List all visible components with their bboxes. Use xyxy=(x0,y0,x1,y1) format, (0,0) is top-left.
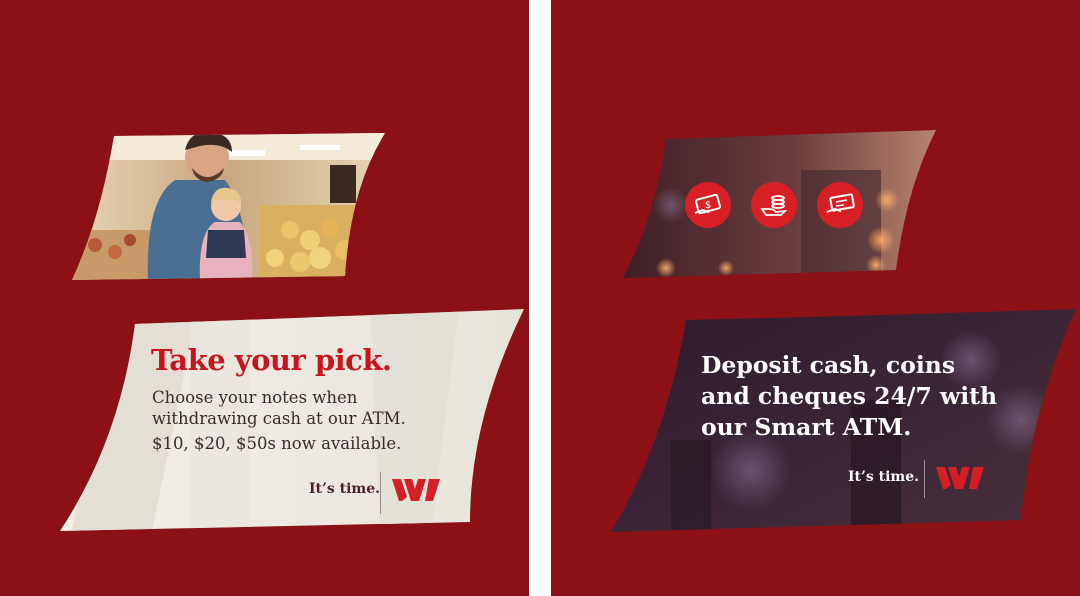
westpac-logo xyxy=(936,467,984,489)
panel-divider xyxy=(529,0,551,596)
headline: Deposit cash, coins and cheques 24/7 wit… xyxy=(701,351,998,441)
logo-divider xyxy=(924,460,925,498)
cash-deposit-icon: $ xyxy=(685,182,731,228)
note-availability: $10, $20, $50s now available. xyxy=(152,434,402,453)
right-ad-graphics xyxy=(611,130,1076,532)
tagline: It’s time. xyxy=(848,469,920,485)
left-ad-graphics xyxy=(60,133,524,531)
tagline: It’s time. xyxy=(309,481,381,497)
cheque-deposit-icon xyxy=(817,182,863,228)
coins-deposit-icon xyxy=(751,182,797,228)
logo-divider xyxy=(380,472,381,514)
headline: Take your pick. xyxy=(151,343,392,377)
right-ad-panel: $ Deposit cash, coins and cheques 24/7 w… xyxy=(551,0,1080,596)
left-ad-panel: Take your pick. Choose your notes when w… xyxy=(0,0,529,596)
body-copy: Choose your notes when withdrawing cash … xyxy=(152,388,406,428)
svg-text:$: $ xyxy=(705,200,711,211)
westpac-logo xyxy=(392,479,440,501)
shopping-photo xyxy=(72,133,385,280)
